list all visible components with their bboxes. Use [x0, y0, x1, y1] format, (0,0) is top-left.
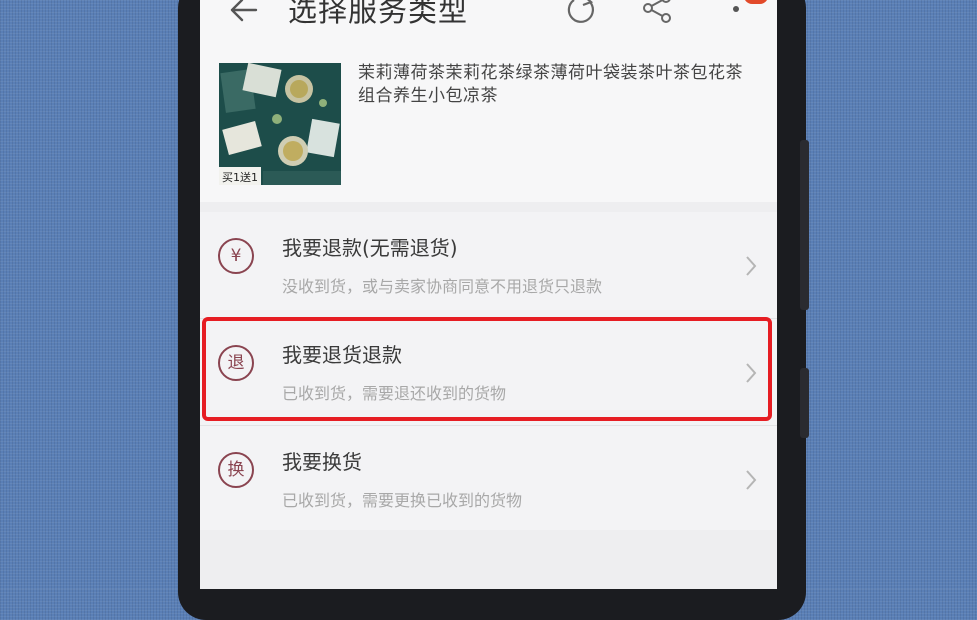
refresh-icon[interactable] — [564, 0, 598, 28]
phone-side-button — [800, 140, 809, 310]
share-icon[interactable] — [640, 0, 674, 28]
option-description: 没收到货，或与卖家协商同意不用退货只退款 — [282, 277, 603, 296]
option-description: 已收到货，需要更换已收到的货物 — [282, 491, 523, 510]
svg-text:买1送1: 买1送1 — [222, 170, 258, 184]
notification-badge — [744, 0, 768, 4]
header-bar: 选择服务类型 — [200, 0, 777, 40]
more-vertical-icon[interactable] — [728, 0, 744, 28]
phone-side-button — [800, 368, 809, 438]
product-thumbnail: 买1送1 — [219, 63, 341, 185]
product-card[interactable]: 买1送1 茉莉薄荷茶茉莉花茶绿茶薄荷叶袋装茶叶茶包花茶组合养生小包凉茶 — [200, 40, 777, 202]
option-title: 我要退款(无需退货) — [282, 236, 458, 260]
chevron-right-icon — [746, 470, 757, 490]
highlight-box — [202, 317, 772, 421]
page-title: 选择服务类型 — [288, 0, 469, 28]
chevron-right-icon — [746, 256, 757, 276]
empty-area — [200, 530, 777, 589]
option-exchange[interactable]: 换 我要换货 已收到货，需要更换已收到的货物 — [200, 426, 777, 533]
refund-money-icon: ¥ — [218, 238, 254, 274]
screen: 选择服务类型 买1送1 茉莉薄荷茶茉莉花茶绿茶薄荷叶袋装茶叶茶包花茶组合养生小包… — [200, 0, 777, 589]
option-refund-only[interactable]: ¥ 我要退款(无需退货) 没收到货，或与卖家协商同意不用退货只退款 — [200, 212, 777, 319]
product-title: 茉莉薄荷茶茉莉花茶绿茶薄荷叶袋装茶叶茶包花茶组合养生小包凉茶 — [358, 63, 743, 106]
back-arrow-icon[interactable] — [226, 0, 262, 32]
option-title: 我要换货 — [282, 450, 362, 474]
exchange-icon: 换 — [218, 452, 254, 488]
